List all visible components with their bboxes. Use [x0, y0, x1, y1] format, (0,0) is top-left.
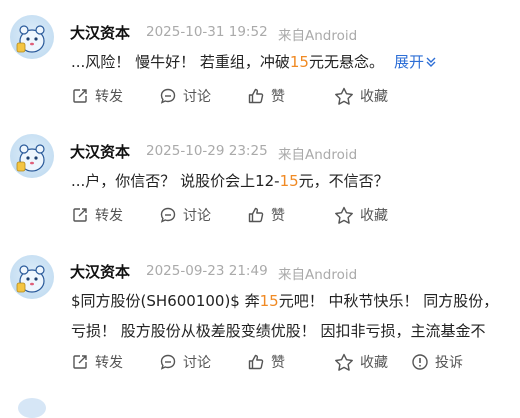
- mascot-avatar-icon: [16, 25, 45, 53]
- like-button[interactable]: 赞: [247, 86, 285, 106]
- double-chevron-down-icon: [426, 57, 436, 67]
- comment-icon: [160, 207, 176, 223]
- comment-icon: [160, 88, 176, 104]
- discuss-button[interactable]: 讨论: [159, 205, 211, 225]
- favorite-button[interactable]: 收藏: [334, 352, 388, 372]
- discuss-button[interactable]: 讨论: [159, 86, 211, 106]
- like-button[interactable]: 赞: [247, 352, 285, 372]
- repost-button[interactable]: 转发: [71, 205, 123, 225]
- repost-icon: [73, 89, 87, 103]
- post-text-line-2[interactable]: 亏损！ 股方股份从极差股变绩优股！ 因扣非亏损，主流基金不: [71, 321, 486, 341]
- repost-button[interactable]: 转发: [71, 86, 123, 106]
- price-highlight: 15: [259, 292, 279, 310]
- avatar[interactable]: [10, 255, 54, 299]
- mascot-avatar-icon: [16, 144, 45, 172]
- post-text[interactable]: ...户，你信否？ 说股价会上12-15元，不信否？: [71, 171, 389, 191]
- post-date: 2025-10-31 19:52: [146, 24, 268, 40]
- report-button[interactable]: 投诉: [411, 352, 463, 372]
- post-source: 来自Android: [278, 147, 358, 163]
- warning-icon: [412, 354, 428, 370]
- favorite-button[interactable]: 收藏: [334, 86, 388, 106]
- post-date: 2025-10-29 23:25: [146, 143, 268, 159]
- star-icon: [335, 206, 353, 224]
- repost-button[interactable]: 转发: [71, 352, 123, 372]
- comment-icon: [160, 354, 176, 370]
- star-icon: [335, 353, 353, 371]
- star-icon: [335, 87, 353, 105]
- post-source: 来自Android: [278, 267, 358, 283]
- repost-icon: [73, 208, 87, 222]
- post-date: 2025-09-23 21:49: [146, 263, 268, 279]
- like-button[interactable]: 赞: [247, 205, 285, 225]
- thumbs-up-icon: [248, 354, 264, 370]
- author-name[interactable]: 大汉资本: [70, 141, 130, 162]
- post-text[interactable]: ...风险！ 慢牛好！ 若重组，冲破15元无悬念。 展开: [71, 52, 437, 72]
- price-highlight: 15: [289, 53, 309, 71]
- expand-link[interactable]: 展开: [394, 53, 437, 71]
- post-text[interactable]: $同方股份(SH600100)$ 奔15元吧！ 中秋节快乐！ 同方股份，: [71, 291, 498, 311]
- favorite-button[interactable]: 收藏: [334, 205, 388, 225]
- author-name[interactable]: 大汉资本: [70, 22, 130, 43]
- author-name[interactable]: 大汉资本: [70, 261, 130, 282]
- thumbs-up-icon: [248, 88, 264, 104]
- mascot-avatar-icon: [16, 265, 45, 293]
- avatar[interactable]: [10, 134, 54, 178]
- avatar[interactable]: [10, 15, 54, 59]
- repost-icon: [73, 355, 87, 369]
- post-source: 来自Android: [278, 28, 358, 44]
- next-post-avatar[interactable]: [18, 398, 46, 418]
- thumbs-up-icon: [248, 207, 264, 223]
- price-highlight: 15: [279, 172, 299, 190]
- discuss-button[interactable]: 讨论: [159, 352, 211, 372]
